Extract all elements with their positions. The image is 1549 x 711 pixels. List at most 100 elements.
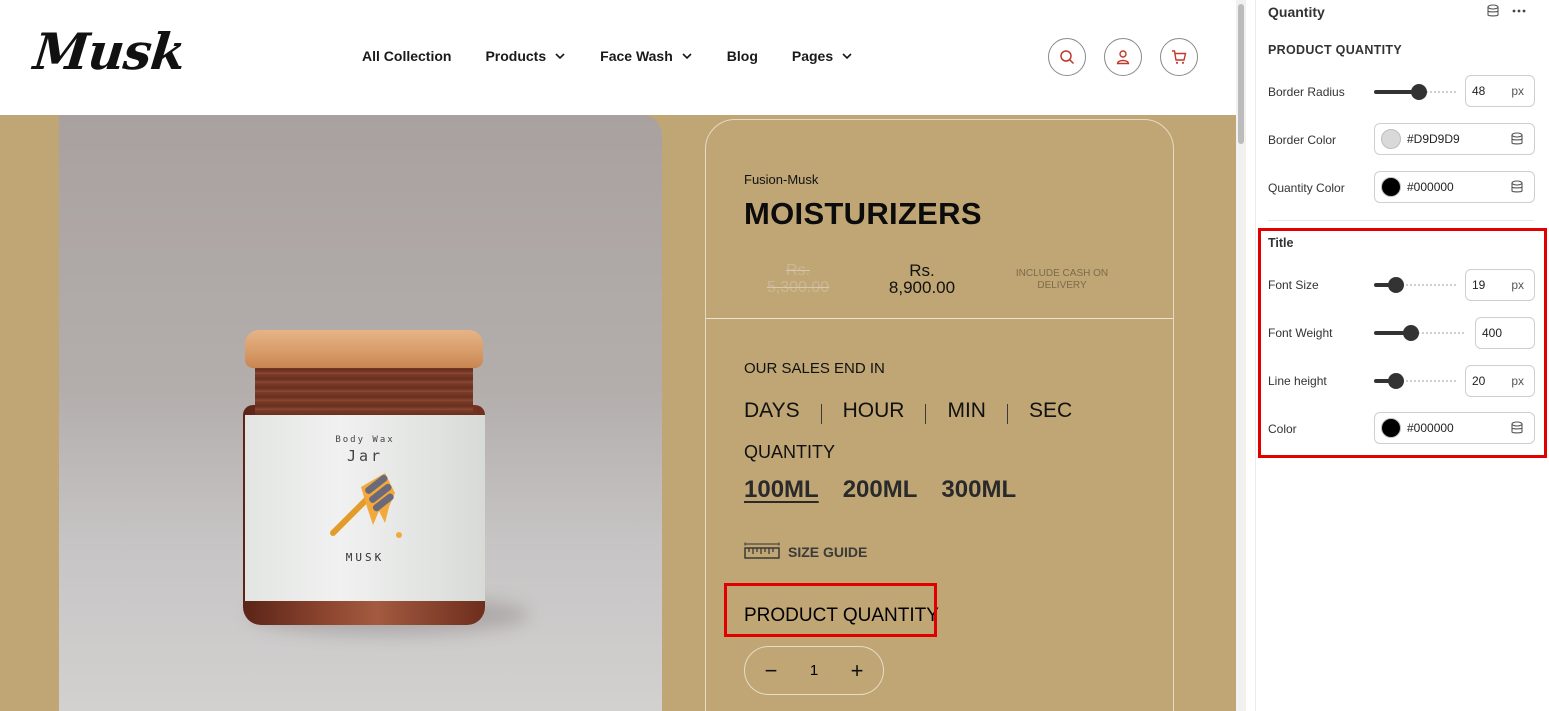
nav-item-all-collection[interactable]: All Collection	[362, 48, 451, 64]
title-color-label: Color	[1268, 422, 1297, 436]
panel-title: Quantity	[1268, 4, 1325, 20]
slider-knob[interactable]	[1402, 325, 1419, 341]
border-color-label: Border Color	[1268, 133, 1337, 147]
preview-scrollbar[interactable]	[1236, 0, 1246, 711]
nav-item-label: Face Wash	[600, 48, 673, 64]
font-weight-value: 400	[1482, 326, 1503, 340]
store-preview: Musk All Collection Products Face Wash B…	[0, 0, 1236, 711]
border-radius-input[interactable]: 48 px	[1465, 75, 1535, 107]
nav-item-label: Products	[485, 48, 547, 64]
variant-option-200ml[interactable]: 200ML	[843, 476, 918, 504]
countdown-hours: HOUR	[842, 399, 905, 422]
main-nav: All Collection Products Face Wash Blog P…	[362, 48, 887, 64]
account-button[interactable]	[1104, 38, 1142, 76]
size-guide-label: SIZE GUIDE	[788, 544, 868, 560]
variant-options: 100ML 200ML 300ML	[744, 476, 1016, 504]
font-weight-input[interactable]: 400	[1475, 317, 1535, 349]
nav-item-products[interactable]: Products	[485, 48, 566, 64]
quantity-plus-button[interactable]: +	[849, 658, 865, 684]
font-weight-slider[interactable]	[1374, 325, 1466, 341]
chevron-down-icon	[555, 53, 565, 60]
sales-countdown: DAYS HOUR MIN SEC	[744, 398, 1072, 424]
nav-item-label: Pages	[791, 48, 834, 64]
search-icon	[1060, 50, 1075, 65]
quantity-color-swatch[interactable]	[1381, 177, 1401, 197]
nav-item-blog[interactable]: Blog	[727, 48, 758, 64]
cart-button[interactable]	[1160, 38, 1198, 76]
font-weight-label: Font Weight	[1268, 326, 1333, 340]
font-size-unit: px	[1511, 278, 1524, 292]
quantity-stepper: − 1 +	[744, 646, 884, 695]
border-radius-value: 48	[1472, 84, 1486, 98]
jar-lid	[245, 330, 483, 368]
line-height-value: 20	[1472, 374, 1486, 388]
jar-label-line1: Body Wax	[335, 435, 395, 445]
nav-item-pages[interactable]: Pages	[792, 48, 853, 64]
size-guide-link[interactable]: SIZE GUIDE	[744, 541, 867, 563]
panel-divider	[1268, 220, 1534, 221]
variant-option-100ml[interactable]: 100ML	[744, 476, 819, 504]
settings-panel: Quantity PRODUCT QUANTITY Border Radius …	[1255, 0, 1549, 711]
variant-label: QUANTITY	[744, 442, 836, 462]
nav-item-label: Blog	[726, 48, 758, 64]
border-color-swatch[interactable]	[1381, 129, 1401, 149]
header-actions	[1048, 38, 1198, 76]
user-icon	[1116, 50, 1130, 65]
ruler-icon	[744, 542, 780, 559]
database-icon[interactable]	[1510, 132, 1524, 146]
sales-countdown-label: OUR SALES END IN	[744, 360, 885, 377]
countdown-separator	[1006, 404, 1008, 424]
quantity-minus-button[interactable]: −	[763, 658, 779, 684]
nav-item-face-wash[interactable]: Face Wash	[600, 48, 693, 64]
border-color-value: #D9D9D9	[1407, 132, 1460, 146]
more-options-icon[interactable]	[1512, 4, 1526, 18]
product-vendor[interactable]: Fusion-Musk	[744, 172, 818, 187]
product-quantity-title: PRODUCT QUANTITY	[744, 605, 939, 626]
countdown-separator	[925, 404, 927, 424]
jar-label: Body Wax Jar MUSK	[245, 415, 485, 601]
jar-neck	[255, 365, 473, 415]
search-button[interactable]	[1048, 38, 1086, 76]
border-radius-unit: px	[1511, 84, 1524, 98]
database-icon[interactable]	[1486, 4, 1500, 18]
honey-dipper-icon	[330, 473, 402, 538]
border-color-picker[interactable]: #D9D9D9	[1374, 123, 1535, 155]
cart-icon	[1172, 50, 1187, 64]
slider-knob[interactable]	[1388, 373, 1405, 389]
font-size-label: Font Size	[1268, 278, 1319, 292]
title-color-picker[interactable]: #000000	[1374, 412, 1535, 444]
variant-option-300ml[interactable]: 300ML	[941, 476, 1016, 504]
line-height-input[interactable]: 20 px	[1465, 365, 1535, 397]
quantity-color-label: Quantity Color	[1268, 181, 1345, 195]
title-color-swatch[interactable]	[1381, 418, 1401, 438]
product-image[interactable]: Body Wax Jar MUSK	[59, 115, 662, 711]
quantity-color-picker[interactable]: #000000	[1374, 171, 1535, 203]
chevron-down-icon	[842, 53, 852, 60]
nav-item-label: All Collection	[362, 48, 452, 64]
font-size-value: 19	[1472, 278, 1486, 292]
countdown-separator	[820, 404, 822, 424]
site-logo[interactable]: Musk	[31, 22, 188, 81]
font-size-input[interactable]: 19 px	[1465, 269, 1535, 301]
quantity-color-value: #000000	[1407, 180, 1454, 194]
jar-label-brand: MUSK	[345, 551, 385, 564]
slider-knob[interactable]	[1388, 277, 1405, 293]
font-size-slider[interactable]	[1374, 277, 1456, 293]
border-radius-slider[interactable]	[1374, 84, 1456, 100]
title-color-value: #000000	[1407, 421, 1454, 435]
line-height-slider[interactable]	[1374, 373, 1456, 389]
line-height-unit: px	[1511, 374, 1524, 388]
section-title-product-quantity: PRODUCT QUANTITY	[1268, 43, 1402, 57]
slider-knob[interactable]	[1411, 84, 1428, 100]
quantity-value[interactable]: 1	[810, 662, 818, 679]
preview-scrollbar-thumb[interactable]	[1238, 4, 1244, 144]
database-icon[interactable]	[1510, 180, 1524, 194]
countdown-days: DAYS	[744, 399, 800, 422]
countdown-minutes: MIN	[947, 399, 986, 422]
product-title: MOISTURIZERS	[744, 196, 982, 231]
countdown-seconds: SEC	[1028, 399, 1073, 422]
section-title-title: Title	[1268, 236, 1294, 250]
product-info-card: Fusion-Musk MOISTURIZERS Rs. 5,300.00 Rs.…	[705, 119, 1174, 711]
price-compare: Rs. 5,300.00	[766, 262, 830, 296]
database-icon[interactable]	[1510, 421, 1524, 435]
